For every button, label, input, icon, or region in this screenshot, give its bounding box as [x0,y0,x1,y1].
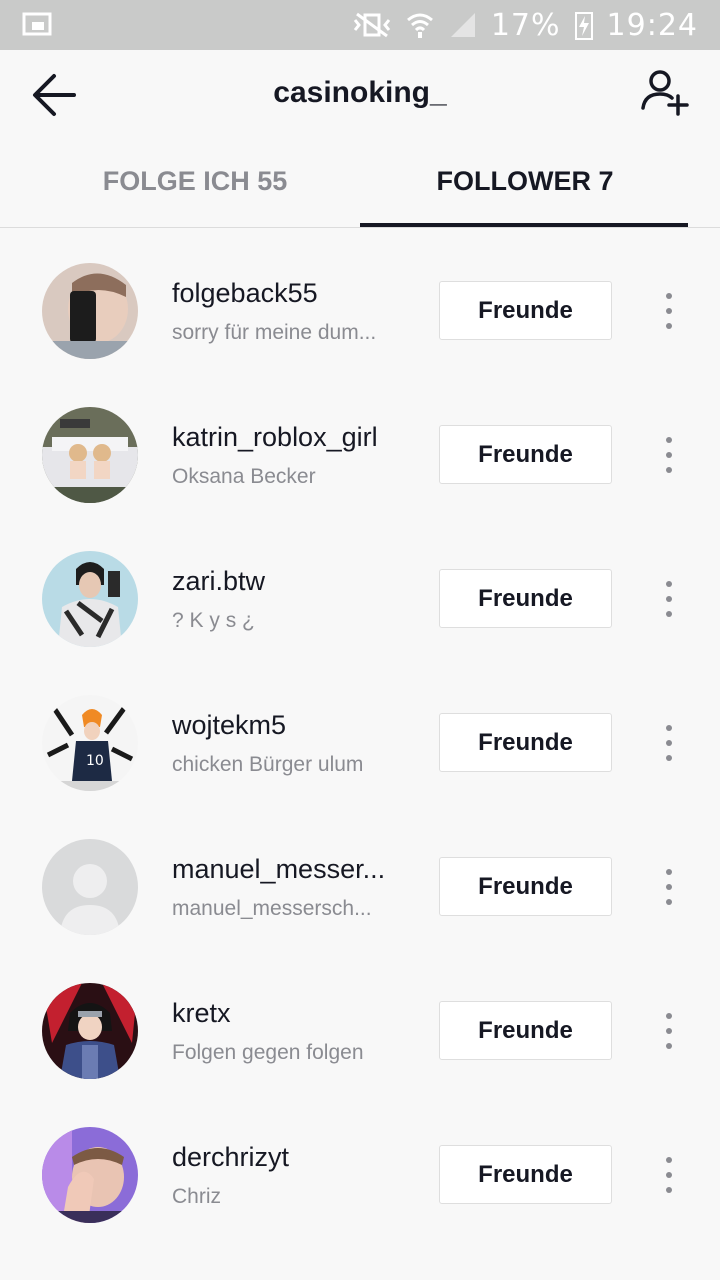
avatar[interactable]: 10 [42,695,138,791]
screen-cast-icon [22,12,52,36]
username: zari.btw [172,566,266,596]
user-subtitle: Chriz [172,1185,222,1208]
friends-button[interactable]: Freunde [439,425,612,484]
avatar[interactable] [42,551,138,647]
user-subtitle: sorry für meine dum... [172,321,377,344]
status-icons: 17% 19:24 [353,7,698,43]
friends-button[interactable]: Freunde [439,569,612,628]
more-options-icon[interactable] [656,1011,682,1051]
avatar-placeholder[interactable] [42,839,138,935]
username: folgeback55 [172,278,318,308]
friends-button[interactable]: Freunde [439,713,612,772]
follower-list: folgeback55 sorry für meine dum... Freun… [0,238,720,1246]
tab-bar: FOLGE ICH 55 FOLLOWER 7 [0,148,720,228]
list-item[interactable]: kretx Folgen gegen folgen Freunde [0,958,720,1102]
signal-icon [450,13,475,37]
avatar[interactable] [42,407,138,503]
username: kretx [172,998,231,1028]
add-user-icon[interactable] [640,68,690,120]
page-title: casinoking_ [273,76,447,109]
clock: 19:24 [606,7,698,43]
friends-button[interactable]: Freunde [439,1145,612,1204]
list-item[interactable]: derchrizyt Chriz Freunde [0,1102,720,1246]
list-item[interactable]: zari.btw ? K y s ¿ Freunde [0,526,720,670]
avatar[interactable] [42,1127,138,1223]
username: manuel_messer... [172,854,386,884]
user-subtitle: ? K y s ¿ [172,609,255,632]
user-subtitle: manuel_messersch... [172,897,372,920]
friends-button[interactable]: Freunde [439,857,612,916]
friends-button[interactable]: Freunde [439,281,612,340]
tab-followers[interactable]: FOLLOWER 7 [360,166,690,197]
user-subtitle: Oksana Becker [172,465,316,488]
status-bar: 17% 19:24 [0,0,720,50]
active-tab-indicator [360,223,688,227]
more-options-icon[interactable] [656,1155,682,1195]
avatar[interactable] [42,983,138,1079]
friends-button[interactable]: Freunde [439,1001,612,1060]
svg-text:10: 10 [86,753,104,769]
list-item[interactable]: 10 wojtekm5 chicken Bürger ulum Freunde [0,670,720,814]
more-options-icon[interactable] [656,723,682,763]
battery-level: 17% [490,7,561,43]
user-subtitle: Folgen gegen folgen [172,1041,364,1064]
more-options-icon[interactable] [656,435,682,475]
header: casinoking_ [0,50,720,138]
wifi-icon [406,13,433,38]
avatar[interactable] [42,263,138,359]
list-item[interactable]: katrin_roblox_girl Oksana Becker Freunde [0,382,720,526]
username: wojtekm5 [172,710,287,740]
more-options-icon[interactable] [656,579,682,619]
more-options-icon[interactable] [656,867,682,907]
list-item[interactable]: folgeback55 sorry für meine dum... Freun… [0,238,720,382]
list-item[interactable]: manuel_messer... manuel_messersch... Fre… [0,814,720,958]
username: katrin_roblox_girl [172,422,378,452]
charging-icon [574,12,593,40]
more-options-icon[interactable] [656,291,682,331]
vibrate-mute-icon [353,12,391,38]
user-subtitle: chicken Bürger ulum [172,753,364,776]
tab-following[interactable]: FOLGE ICH 55 [30,166,360,197]
username: derchrizyt [172,1142,290,1172]
